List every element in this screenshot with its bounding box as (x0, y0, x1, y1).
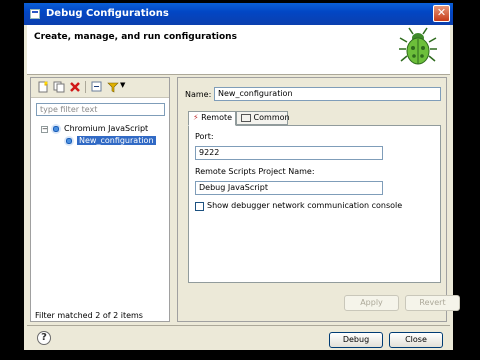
remote-icon: ⚡ (193, 113, 199, 122)
common-icon (241, 113, 251, 122)
filter-icon[interactable] (107, 81, 119, 93)
close-button[interactable]: Close (389, 332, 443, 348)
apply-button[interactable]: Apply (344, 295, 399, 311)
new-configuration-icon[interactable] (37, 81, 49, 93)
port-field[interactable]: 9222 (195, 146, 383, 160)
debug-configurations-window: Debug Configurations ✕ Create, manage, a… (24, 3, 460, 350)
tab-remote-label: Remote (201, 113, 233, 122)
project-name-label: Remote Scripts Project Name: (195, 167, 315, 176)
bug-icon (399, 27, 437, 65)
title-bar[interactable]: Debug Configurations ✕ (24, 3, 453, 25)
help-icon: ? (41, 332, 47, 343)
filter-status: Filter matched 2 of 2 items (35, 311, 143, 320)
configuration-list-panel: ▼ type filter text − Chromium JavaScript… (30, 77, 170, 322)
tree-item-chromium-javascript[interactable]: Chromium JavaScript (51, 123, 148, 135)
help-button[interactable]: ? (37, 331, 51, 345)
name-field[interactable]: New_configuration (214, 87, 441, 101)
collapse-all-icon[interactable] (91, 81, 103, 93)
configuration-icon (64, 135, 74, 146)
header-title: Create, manage, and run configurations (34, 32, 237, 42)
delete-icon[interactable] (69, 81, 81, 93)
window-title: Debug Configurations (46, 8, 169, 19)
show-console-label: Show debugger network communication cons… (207, 201, 403, 210)
close-icon: ✕ (436, 6, 447, 19)
tree-item-label-selected: New_configuration (77, 136, 156, 145)
show-console-checkbox[interactable] (195, 202, 204, 211)
filter-dropdown-icon[interactable]: ▼ (120, 81, 125, 89)
tree-item-new-configuration[interactable]: New_configuration (64, 135, 156, 147)
footer-separator (27, 325, 450, 326)
revert-button[interactable]: Revert (405, 295, 460, 311)
duplicate-icon[interactable] (53, 81, 65, 93)
tab-common-label: Common (253, 113, 290, 122)
configuration-toolbar: ▼ (31, 78, 169, 98)
remote-tab-panel: Port: 9222 Remote Scripts Project Name: … (188, 125, 441, 283)
header-banner: Create, manage, and run configurations (27, 25, 450, 75)
tab-common[interactable]: Common (236, 111, 290, 125)
debug-button[interactable]: Debug (329, 332, 383, 348)
close-window-button[interactable]: ✕ (433, 5, 450, 22)
toolbar-separator (85, 81, 86, 93)
window-icon (30, 9, 40, 19)
port-label: Port: (195, 132, 214, 141)
name-label: Name: (185, 90, 212, 99)
filter-input[interactable]: type filter text (36, 103, 165, 116)
tab-remote[interactable]: ⚡ Remote (188, 111, 236, 126)
chromium-icon (51, 123, 61, 134)
tree-item-label: Chromium JavaScript (64, 124, 149, 133)
configuration-editor-panel: Name: New_configuration ⚡ Remote Common … (177, 77, 460, 322)
project-name-field[interactable]: Debug JavaScript (195, 181, 383, 195)
expand-collapse-icon[interactable]: − (41, 126, 48, 133)
